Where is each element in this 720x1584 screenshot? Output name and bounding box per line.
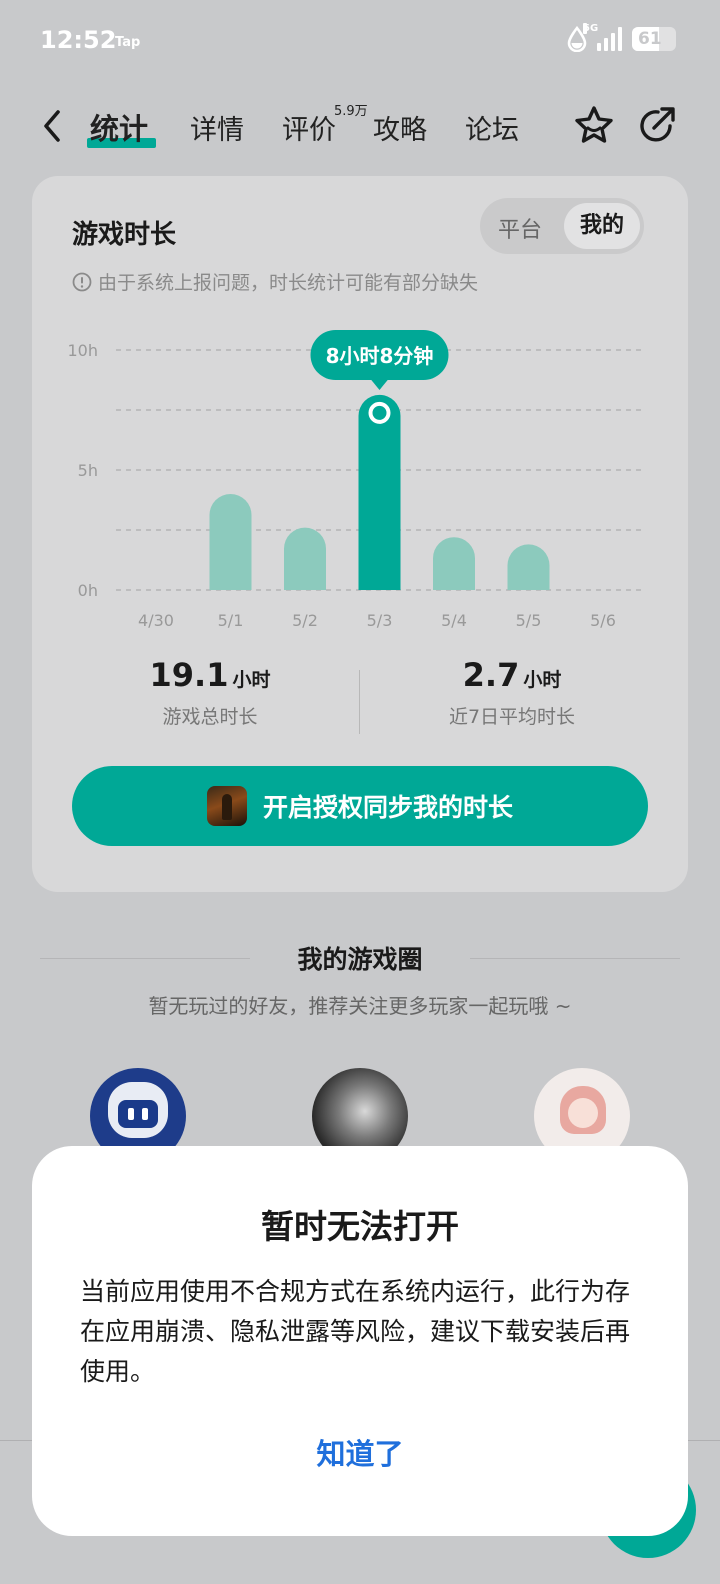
total-value: 19.1 [149,656,229,694]
average-label: 近7日平均时长 [448,706,576,728]
tab-forum[interactable]: 论坛 [465,108,519,147]
cannot-open-dialog: 暂时无法打开 当前应用使用不合规方式在系统内运行，此行为存在应用崩溃、隐私泄露等… [32,1146,688,1536]
share-icon[interactable] [636,104,678,146]
game-circle-subtitle: 暂无玩过的好友，推荐关注更多玩家一起玩哦 ~ [148,994,572,1018]
chart-bar [284,527,326,590]
data-notice: 由于系统上报问题，时长统计可能有部分缺失 [72,268,478,295]
chart-tooltip-pointer [370,379,389,390]
chart-x-tick: 5/2 [292,611,318,630]
chart-tooltip-text: 8小时8分钟 [326,344,434,368]
game-circle-title: 我的游戏圈 [297,945,423,974]
chart-bar [209,494,252,590]
chart-y-tick: 5h [78,461,98,480]
tap-notification-icon: Tap [115,35,141,50]
average-playtime: 2.7 小时 近7日平均时长 [362,656,662,729]
signal-icon: 5G [583,23,622,51]
playtime-card: 游戏时长 平台 我的 由于系统上报问题，时长统计可能有部分缺失 0h 5h 10h 4… [32,176,688,892]
chart-x-tick: 5/3 [367,611,393,630]
status-time: 12:52 [40,26,117,54]
chart-x-tick: 5/4 [441,611,467,630]
star-icon[interactable] [572,104,616,148]
chart-x-tick: 5/5 [516,611,542,630]
segment-mine[interactable]: 我的 [564,203,640,249]
reviews-count-badge: 5.9万 [334,104,368,119]
status-icons: 5G 61 [567,23,676,52]
chart-bar [358,394,401,590]
tab-details[interactable]: 详情 [190,108,244,147]
source-segmented-control: 平台 我的 [480,198,644,254]
chart-x-tick: 5/1 [218,611,244,630]
dialog-message: 当前应用使用不合规方式在系统内运行，此行为存在应用崩溃、隐私泄露等风险，建议下载… [80,1277,631,1386]
game-app-icon [206,786,247,826]
status-bar: 12:52 Tap 5G 61 [0,0,720,86]
card-title: 游戏时长 [72,220,177,250]
tab-stats[interactable]: 统计 [90,106,148,148]
tab-reviews[interactable]: 评价 [282,108,336,147]
stats-divider [359,670,360,734]
average-unit: 小时 [523,669,562,691]
notice-text: 由于系统上报问题，时长统计可能有部分缺失 [98,272,479,294]
playtime-stats: 19.1 小时 游戏总时长 2.7 小时 近7日平均时长 [32,656,688,746]
info-icon [72,272,92,291]
battery-level: 61 [638,29,662,49]
chart-y-tick: 0h [78,581,98,600]
segment-platform[interactable]: 平台 [498,212,542,244]
chart-bar [433,537,475,590]
total-playtime: 19.1 小时 游戏总时长 [60,656,360,729]
battery-icon: 61 [632,27,676,51]
total-label: 游戏总时长 [162,706,258,728]
average-value: 2.7 [462,656,520,694]
playtime-bar-chart: 0h 5h 10h 4/30 5/1 5/2 5/3 5/4 5/5 5/6 8小时8分钟 [68,330,642,630]
dialog-title: 暂时无法打开 [261,1207,459,1246]
chart-x-tick: 4/30 [138,611,174,630]
network-type: 5G [583,23,599,34]
sync-playtime-button[interactable]: 开启授权同步我的时长 [72,766,648,846]
tab-guides[interactable]: 攻略 [373,108,427,147]
sync-button-label: 开启授权同步我的时长 [262,793,513,822]
chart-bar [507,544,550,590]
dialog-confirm-button[interactable]: 知道了 [260,1428,460,1480]
top-nav: 统计 详情 评价 5.9万 攻略 论坛 [0,96,720,160]
chart-y-tick: 10h [68,341,99,360]
chart-x-tick: 5/6 [590,611,616,630]
back-icon[interactable] [38,108,68,144]
total-unit: 小时 [232,669,271,691]
